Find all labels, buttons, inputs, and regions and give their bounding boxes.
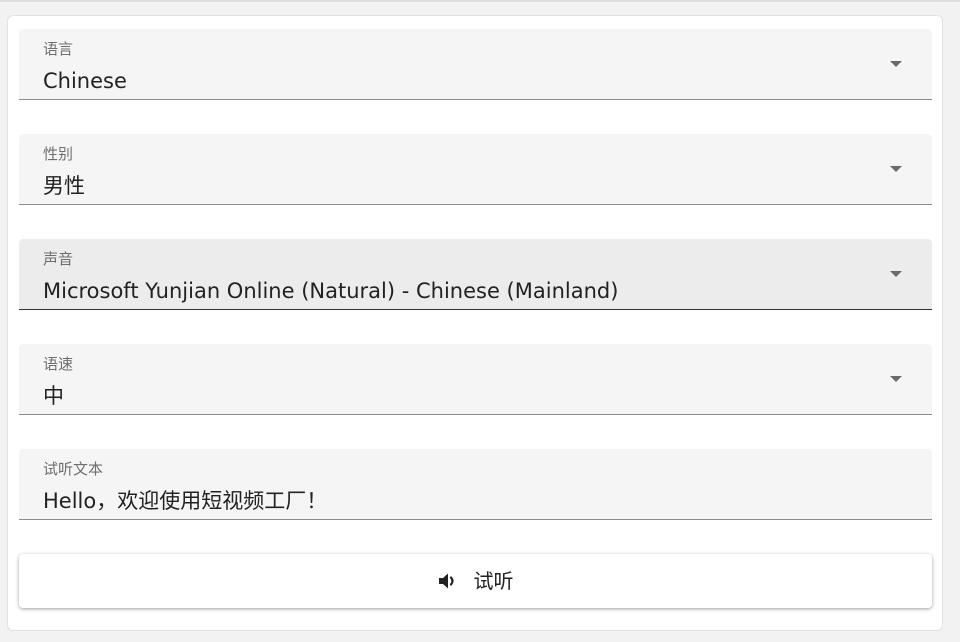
- language-select[interactable]: 语言 Chinese: [19, 29, 932, 100]
- gender-select[interactable]: 性别 男性: [19, 134, 932, 205]
- preview-text-input[interactable]: 试听文本 Hello，欢迎使用短视频工厂！: [19, 449, 932, 520]
- chevron-down-icon[interactable]: [890, 61, 902, 67]
- chevron-down-icon[interactable]: [890, 271, 902, 277]
- chevron-down-icon[interactable]: [890, 376, 902, 382]
- listen-button[interactable]: 试听: [19, 554, 932, 608]
- speaker-icon: [438, 572, 460, 590]
- preview-text-value[interactable]: Hello，欢迎使用短视频工厂！: [43, 487, 327, 515]
- chevron-down-icon[interactable]: [890, 166, 902, 172]
- preview-text-label: 试听文本: [43, 460, 104, 478]
- voice-select[interactable]: 声音 Microsoft Yunjian Online (Natural) - …: [19, 239, 932, 310]
- tts-settings-panel: 语言 Chinese 性别 男性 声音 Microsoft Yunjian On…: [7, 15, 943, 631]
- listen-button-label: 试听: [473, 569, 514, 593]
- voice-value: Microsoft Yunjian Online (Natural) - Chi…: [43, 279, 619, 303]
- speed-value: 中: [43, 384, 64, 408]
- top-divider: [0, 0, 960, 2]
- voice-label: 声音: [43, 250, 74, 268]
- gender-value: 男性: [43, 174, 85, 198]
- speed-select[interactable]: 语速 中: [19, 344, 932, 415]
- language-value: Chinese: [43, 69, 127, 93]
- language-label: 语言: [43, 40, 74, 58]
- speed-label: 语速: [43, 355, 74, 373]
- gender-label: 性别: [43, 145, 74, 163]
